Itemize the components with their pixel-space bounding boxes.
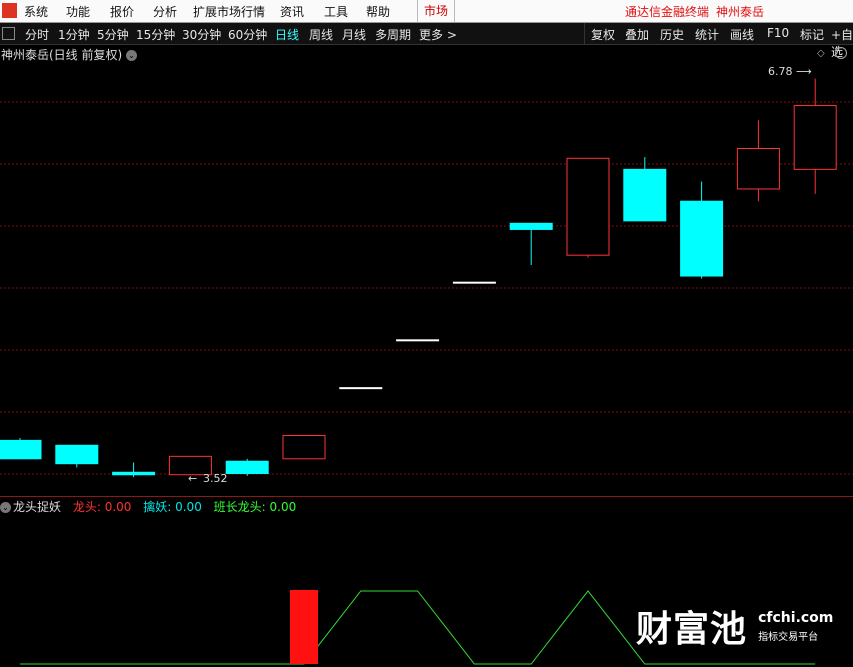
chart-title-text: 神州泰岳(日线 前复权) <box>1 48 123 62</box>
indicator-chevron-icon[interactable]: ⌄ <box>0 502 11 513</box>
adjust-button[interactable]: 复权 <box>591 26 615 43</box>
candle <box>282 434 326 460</box>
panel-toggle-icon[interactable] <box>2 27 15 40</box>
period-multi[interactable]: 多周期 <box>375 26 411 43</box>
candle <box>623 157 667 222</box>
candle <box>566 157 610 258</box>
menu-extended-market[interactable]: 扩展市场行情 <box>193 3 265 20</box>
candle <box>736 120 780 202</box>
history-button[interactable]: 历史 <box>660 26 684 43</box>
candle <box>339 387 383 390</box>
candlestick-chart[interactable] <box>0 62 853 496</box>
candle-body <box>396 339 440 342</box>
draw-button[interactable]: 画线 <box>730 26 754 43</box>
menu-bar: 系统 功能 报价 分析 扩展市场行情 资讯 工具 帮助 市场 通达信金融终端 神… <box>0 0 853 23</box>
stats-button[interactable]: 统计 <box>695 26 719 43</box>
menu-help[interactable]: 帮助 <box>366 3 390 20</box>
low-price-label: 3.52 <box>203 472 228 485</box>
watermark-cn: 财富池 <box>636 609 748 650</box>
overlay-button[interactable]: 叠加 <box>625 26 649 43</box>
period-15min[interactable]: 15分钟 <box>136 26 175 43</box>
period-60min[interactable]: 60分钟 <box>228 26 267 43</box>
diamond-icon[interactable]: ◇ <box>817 48 825 59</box>
f10-button[interactable]: F10 <box>767 26 789 40</box>
chart-title[interactable]: 神州泰岳(日线 前复权) ⌄ <box>1 46 138 63</box>
candle-body <box>509 222 553 230</box>
longtou-bar <box>290 590 318 664</box>
high-price-label: 6.78 ⟶ <box>768 65 812 78</box>
stock-name: 神州泰岳 <box>716 5 765 19</box>
candle-body <box>225 460 269 475</box>
period-1min[interactable]: 1分钟 <box>58 26 90 43</box>
candle-body <box>0 439 42 460</box>
period-daily[interactable]: 日线 <box>275 26 299 43</box>
brand-name: 通达信金融终端 <box>625 5 710 19</box>
candle <box>793 78 837 194</box>
period-more[interactable]: 更多 > <box>419 26 457 43</box>
mark-button[interactable]: 标记 <box>800 26 824 43</box>
indicator-name[interactable]: 龙头捉妖 <box>13 500 61 514</box>
candle <box>55 444 99 468</box>
candle-body <box>680 200 724 277</box>
market-button[interactable]: 市场 <box>417 0 455 22</box>
candle <box>509 222 553 266</box>
candle <box>0 437 42 460</box>
candle-body <box>339 387 383 390</box>
period-weekly[interactable]: 周线 <box>309 26 333 43</box>
indicator-header: ⌄ 龙头捉妖 龙头: 0.00 擒妖: 0.00 班长龙头: 0.00 <box>0 498 304 515</box>
candle-body <box>623 168 667 222</box>
menu-quote[interactable]: 报价 <box>110 3 134 20</box>
low-arrow-icon: ← <box>188 472 198 485</box>
menu-system[interactable]: 系统 <box>24 3 48 20</box>
period-5min[interactable]: 5分钟 <box>97 26 129 43</box>
field-longtou: 龙头: 0.00 <box>72 500 132 514</box>
watermark-right: cfchi.com 指标交易平台 <box>758 610 833 643</box>
toolbar-separator <box>584 23 585 44</box>
candle <box>452 281 496 284</box>
candle-body <box>452 281 496 284</box>
candle-body <box>566 157 610 256</box>
candle <box>112 462 156 478</box>
period-intraday[interactable]: 分时 <box>25 26 49 43</box>
candle-body <box>736 147 780 190</box>
candle-body <box>282 434 326 460</box>
period-30min[interactable]: 30分钟 <box>182 26 221 43</box>
menu-analysis[interactable]: 分析 <box>153 3 177 20</box>
high-price-value: 6.78 <box>768 65 793 78</box>
chevron-down-icon[interactable]: ⌄ <box>126 50 138 61</box>
field-qinyao: 擒妖: 0.00 <box>143 500 202 514</box>
candle <box>680 181 724 279</box>
candle-body <box>793 105 837 170</box>
period-monthly[interactable]: 月线 <box>342 26 366 43</box>
candle <box>225 458 269 476</box>
watermark-slogan: 指标交易平台 <box>758 631 819 643</box>
circle-icon[interactable] <box>835 47 847 59</box>
menu-news[interactable]: 资讯 <box>280 3 304 20</box>
candle-body <box>112 471 156 476</box>
menu-function[interactable]: 功能 <box>66 3 90 20</box>
menu-tools[interactable]: 工具 <box>324 3 348 20</box>
candle <box>396 339 440 342</box>
period-toolbar: 分时 1分钟 5分钟 15分钟 30分钟 60分钟 日线 周线 月线 多周期 更… <box>0 23 853 59</box>
field-banzhang: 班长龙头: 0.00 <box>213 500 297 514</box>
watermark-logo: 财富池 cfchi.com 指标交易平台 <box>636 600 833 652</box>
app-logo-icon <box>2 3 17 18</box>
candle-body <box>55 444 99 465</box>
watermark-domain: cfchi.com <box>758 609 834 626</box>
pane-divider[interactable] <box>0 496 853 497</box>
